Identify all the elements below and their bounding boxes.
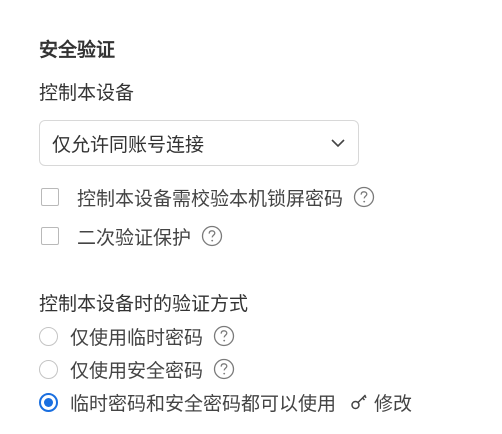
radio-label: 临时密码和安全密码都可以使用 xyxy=(70,392,337,415)
verification-method-title: 控制本设备时的验证方式 xyxy=(39,293,249,315)
help-icon[interactable] xyxy=(201,225,223,247)
modify-label: 修改 xyxy=(374,392,413,415)
radio-button[interactable] xyxy=(39,326,58,346)
help-icon[interactable] xyxy=(213,325,235,347)
radio-label: 仅使用安全密码 xyxy=(70,359,204,382)
radio-option-secure-password[interactable]: 仅使用安全密码 xyxy=(39,356,235,382)
radio-option-both-passwords[interactable]: 临时密码和安全密码都可以使用 修改 xyxy=(39,389,412,415)
chevron-down-icon xyxy=(330,135,346,151)
lockscreen-password-label: 控制本设备需校验本机锁屏密码 xyxy=(77,187,344,210)
lockscreen-password-checkbox[interactable] xyxy=(41,188,59,206)
radio-button-selected[interactable] xyxy=(39,392,58,412)
help-icon[interactable] xyxy=(353,186,375,208)
radio-label: 仅使用临时密码 xyxy=(70,326,204,349)
key-icon xyxy=(350,392,370,412)
two-factor-checkbox[interactable] xyxy=(41,227,59,245)
dropdown-selected-value: 仅允许同账号连接 xyxy=(52,133,205,156)
radio-option-temp-password[interactable]: 仅使用临时密码 xyxy=(39,323,235,349)
connection-permission-dropdown[interactable]: 仅允许同账号连接 xyxy=(39,120,359,166)
two-factor-label: 二次验证保护 xyxy=(77,226,192,249)
radio-button[interactable] xyxy=(39,359,58,379)
help-icon[interactable] xyxy=(213,358,235,380)
control-device-label: 控制本设备 xyxy=(39,82,135,104)
two-factor-option[interactable]: 二次验证保护 xyxy=(41,223,223,249)
section-title: 安全验证 xyxy=(39,39,116,61)
lockscreen-password-option[interactable]: 控制本设备需校验本机锁屏密码 xyxy=(41,184,375,210)
modify-password-link[interactable]: 修改 xyxy=(350,389,412,416)
